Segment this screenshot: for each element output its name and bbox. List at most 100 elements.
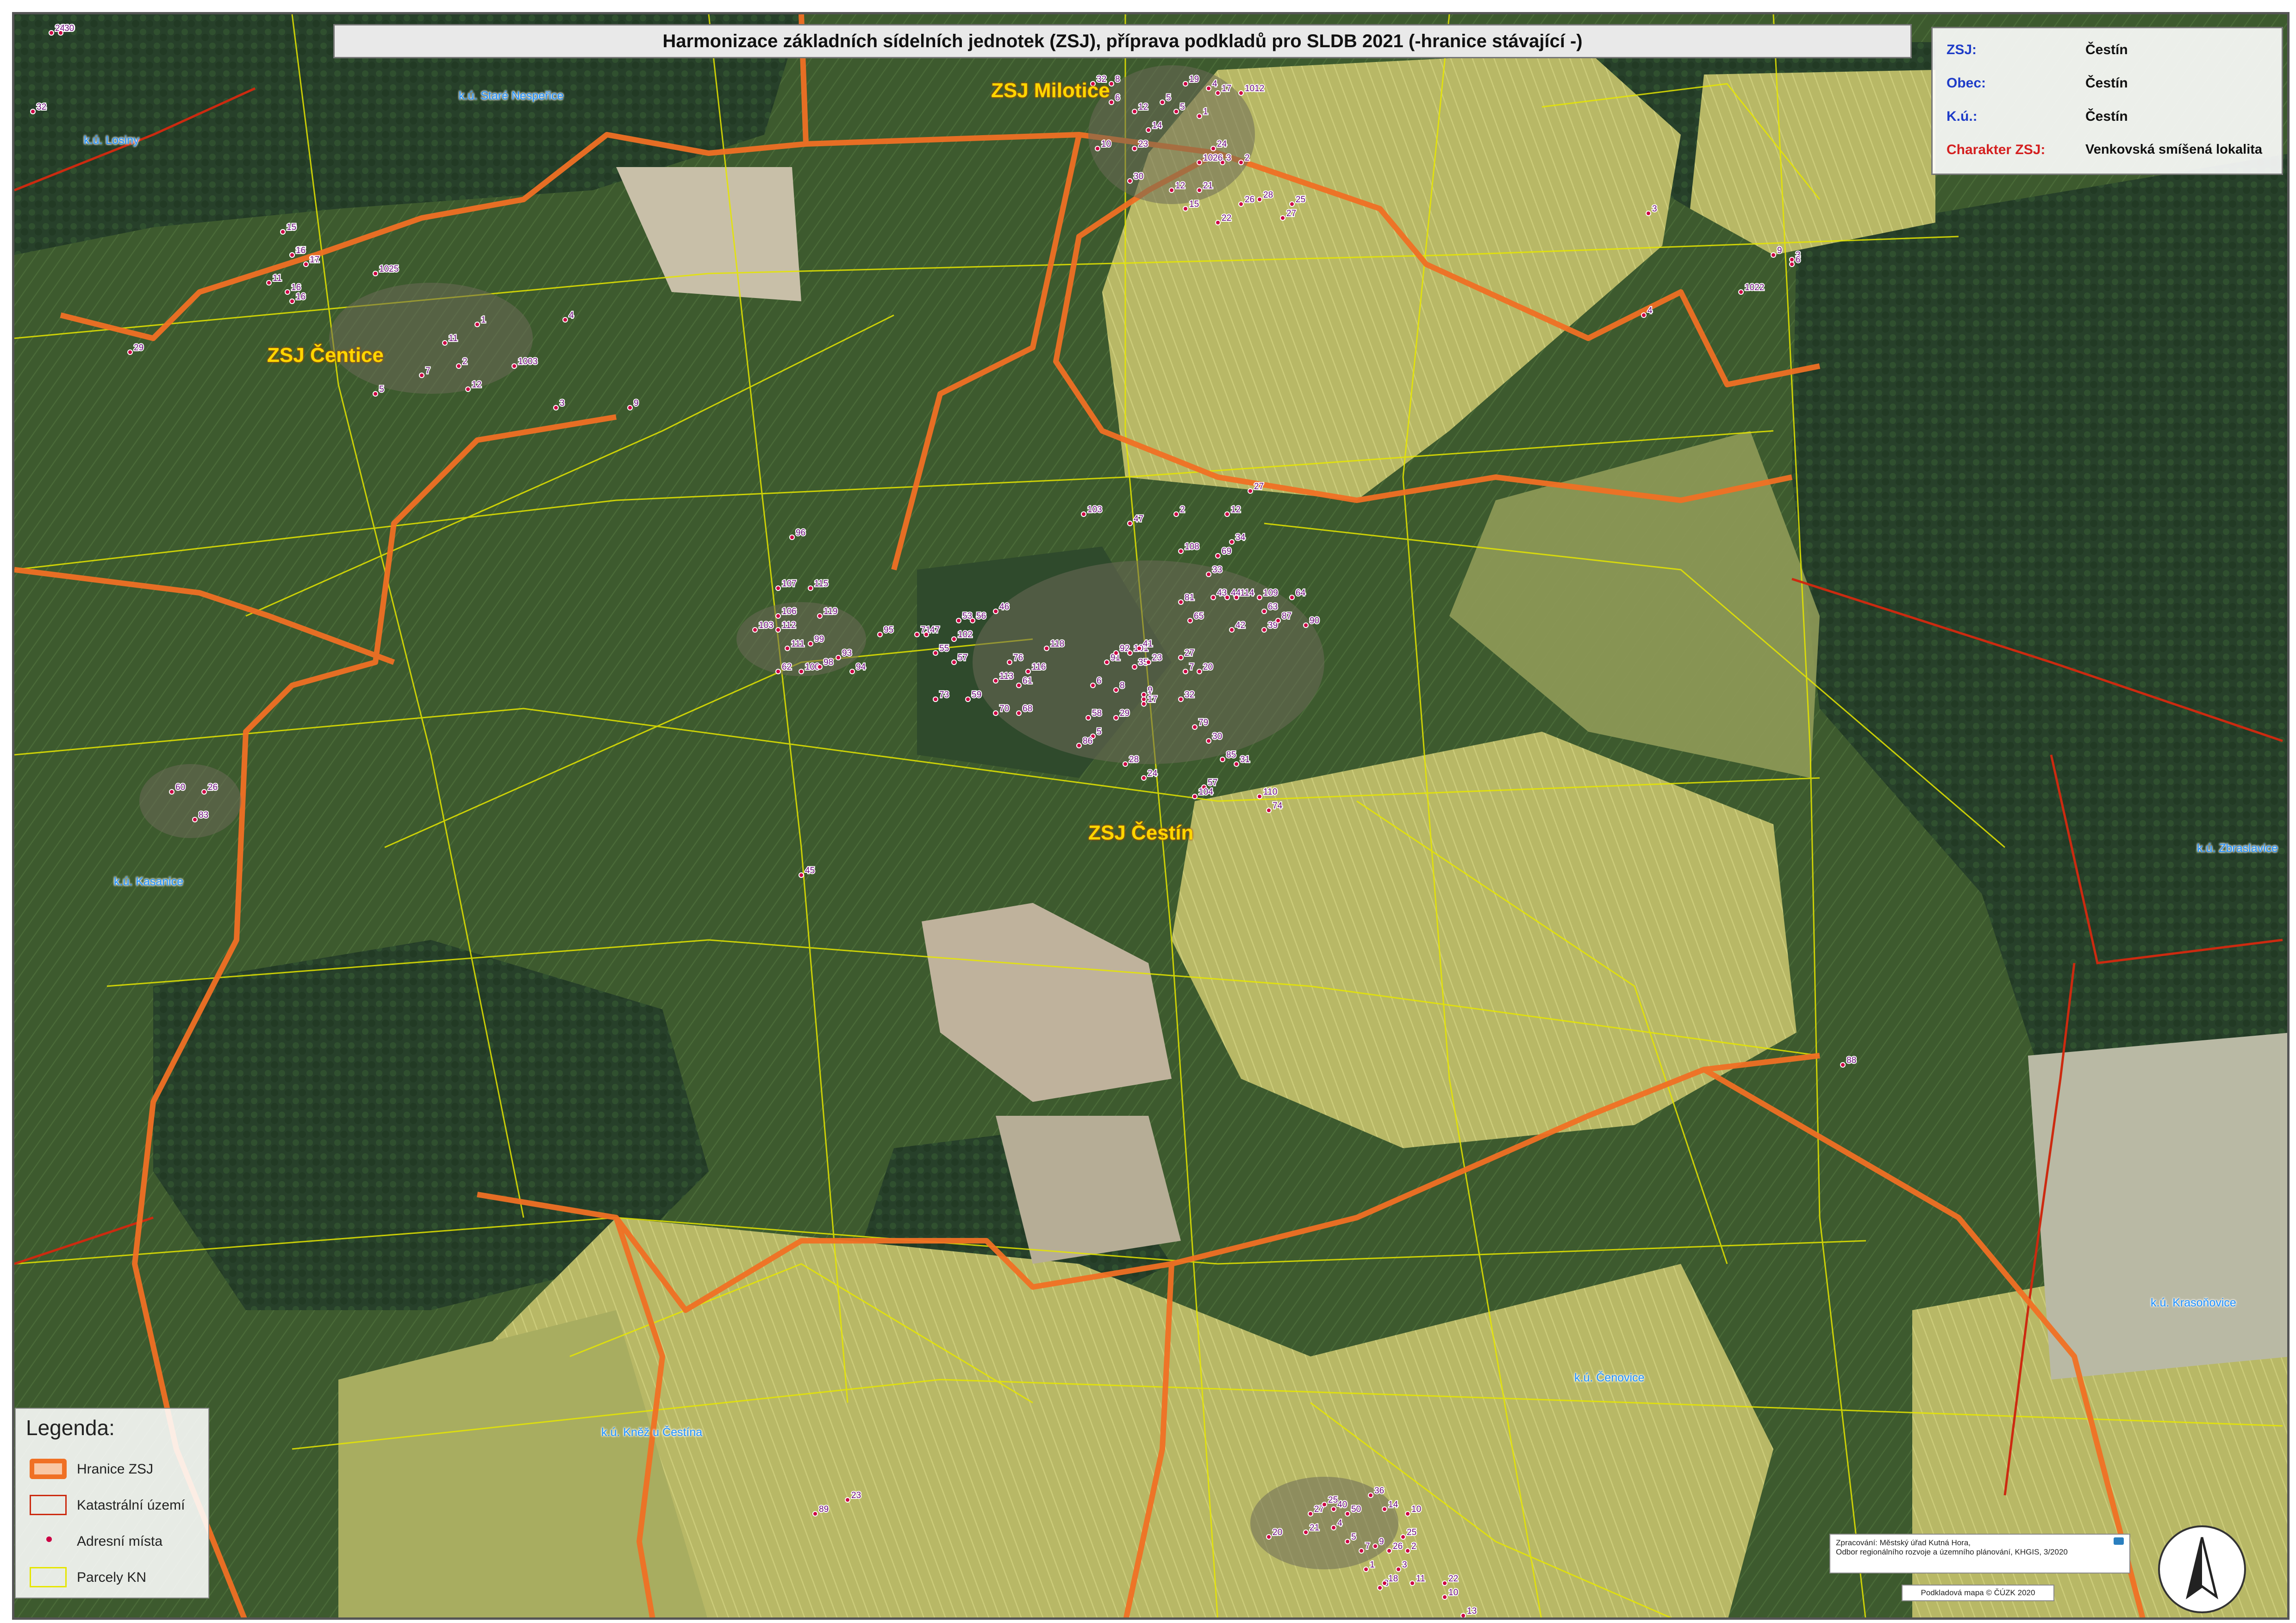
address-number-label: 1 bbox=[1203, 107, 1208, 117]
address-point-marker bbox=[1257, 794, 1262, 799]
address-point-marker bbox=[1192, 724, 1198, 730]
address-number-label: 1012 bbox=[1245, 84, 1264, 93]
address-point-marker bbox=[1771, 252, 1776, 258]
address-number-label: 7 bbox=[1189, 662, 1194, 672]
address-number-label: 30 bbox=[1212, 732, 1222, 741]
address-number-label: 99 bbox=[814, 634, 824, 644]
address-number-label: 29 bbox=[1120, 709, 1129, 718]
address-number-label: 2 bbox=[462, 357, 468, 367]
address-number-label: 57 bbox=[958, 653, 967, 663]
address-point-marker bbox=[456, 363, 462, 369]
address-number-label: 115 bbox=[814, 579, 828, 589]
address-point-marker bbox=[1266, 808, 1272, 813]
address-number-label: 11 bbox=[273, 274, 282, 283]
address-number-label: 68 bbox=[1023, 704, 1032, 714]
field-bare-right bbox=[2028, 1032, 2287, 1380]
basemap-credit: Podkladová mapa © ČÚZK 2020 bbox=[1902, 1585, 2054, 1601]
address-number-label: 14 bbox=[1388, 1500, 1398, 1510]
address-number-label: 12 bbox=[1175, 181, 1185, 191]
address-point-marker bbox=[1206, 86, 1211, 91]
address-point-marker bbox=[993, 678, 998, 684]
address-point-marker bbox=[1197, 669, 1202, 674]
address-point-marker bbox=[1442, 1594, 1447, 1600]
zsj-label-cestin: ZSJ Čestín bbox=[1088, 821, 1194, 844]
address-number-label: 34 bbox=[1235, 533, 1246, 542]
address-number-label: 106 bbox=[782, 607, 797, 616]
address-point-marker bbox=[1396, 1567, 1401, 1572]
address-number-label: 87 bbox=[1282, 611, 1292, 621]
address-point-marker bbox=[1016, 710, 1022, 716]
address-point-marker bbox=[1210, 146, 1216, 151]
address-point-marker bbox=[845, 1497, 850, 1503]
info-key-ku: K.ú.: bbox=[1947, 109, 1978, 124]
legend-item-katastralni-uzemi: Katastrální území bbox=[26, 1491, 206, 1519]
address-point-marker bbox=[465, 386, 471, 392]
address-number-label: 46 bbox=[999, 602, 1009, 612]
address-point-marker bbox=[127, 349, 133, 355]
address-point-marker bbox=[169, 789, 175, 795]
address-number-label: 32 bbox=[1185, 690, 1194, 700]
address-point-marker bbox=[1215, 220, 1221, 225]
address-number-label: 119 bbox=[824, 607, 837, 616]
address-point-marker bbox=[1178, 655, 1184, 660]
address-number-label: 18 bbox=[1388, 1574, 1398, 1584]
info-row-charakter: Charakter ZSJ: Venkovská smíšená lokalit… bbox=[1947, 142, 2271, 165]
info-key-obec: Obec: bbox=[1947, 75, 1986, 91]
legend-item-hranice-zsj: Hranice ZSJ bbox=[26, 1455, 206, 1483]
orthophoto-map[interactable]: 101919341037311025111616291 41172 10035 123… bbox=[14, 14, 2290, 1620]
address-number-label: 16 bbox=[291, 283, 301, 292]
address-number-label: 36 bbox=[1374, 1486, 1384, 1496]
address-point-marker bbox=[1206, 572, 1211, 577]
address-point-marker bbox=[1238, 160, 1244, 165]
address-point-marker bbox=[1405, 1548, 1410, 1554]
address-point-marker bbox=[1460, 1613, 1466, 1617]
address-number-label: 26 bbox=[1245, 195, 1254, 205]
address-point-marker bbox=[1025, 669, 1031, 674]
address-number-label: 10 bbox=[1411, 1505, 1421, 1514]
address-point-marker bbox=[1141, 701, 1147, 707]
address-point-marker bbox=[1044, 646, 1049, 651]
address-number-label: 104 bbox=[1198, 787, 1213, 797]
address-number-label: 20 bbox=[1273, 1528, 1282, 1537]
zsj-label-centice: ZSJ Čentice bbox=[267, 344, 384, 367]
address-point-marker bbox=[1382, 1580, 1387, 1586]
address-point-marker bbox=[1641, 312, 1647, 318]
address-number-label: 30 bbox=[1134, 172, 1143, 181]
address-number-label: 98 bbox=[824, 658, 833, 667]
red-outline-box-icon bbox=[30, 1495, 67, 1515]
address-point-marker bbox=[933, 696, 938, 702]
address-point-marker bbox=[1187, 618, 1193, 623]
address-number-label: 12 bbox=[1231, 505, 1241, 515]
address-point-marker bbox=[1090, 683, 1096, 688]
address-point-marker bbox=[1210, 595, 1216, 600]
address-point-marker bbox=[1238, 201, 1244, 207]
address-point-marker bbox=[1373, 1543, 1378, 1549]
address-point-marker bbox=[808, 585, 813, 591]
legend-label: Adresní místa bbox=[77, 1534, 163, 1549]
address-number-label: 94 bbox=[856, 662, 866, 672]
address-point-marker bbox=[817, 613, 823, 619]
address-point-marker bbox=[951, 659, 957, 665]
address-point-marker bbox=[1127, 521, 1133, 526]
address-number-label: 112 bbox=[782, 621, 796, 630]
address-number-label: 12 bbox=[1138, 102, 1148, 112]
address-number-label: 15 bbox=[1189, 199, 1199, 209]
ku-label-losiny: k.ú. Losiny bbox=[84, 134, 139, 147]
address-number-label: 47 bbox=[930, 625, 940, 635]
address-number-label: 27 bbox=[1185, 648, 1194, 658]
address-number-label: 111 bbox=[791, 639, 805, 649]
address-point-marker bbox=[1197, 113, 1202, 119]
address-point-marker bbox=[1173, 511, 1179, 517]
address-number-label: 3 bbox=[1652, 204, 1657, 214]
address-number-label: 42 bbox=[1235, 621, 1245, 630]
address-number-label: 114 bbox=[1240, 588, 1254, 598]
info-panel: ZSJ: Čestín Obec: Čestín K.ú.: Čestín Ch… bbox=[1931, 27, 2283, 175]
address-number-label: 10 bbox=[1101, 139, 1111, 149]
info-value-ku: Čestín bbox=[2085, 109, 2128, 124]
address-point-marker bbox=[1173, 109, 1179, 114]
address-number-label: 2 bbox=[1245, 153, 1250, 163]
address-point-marker bbox=[1206, 738, 1211, 744]
address-point-marker bbox=[1289, 201, 1295, 207]
address-point-marker bbox=[1322, 1502, 1327, 1507]
address-number-label: 17 bbox=[310, 255, 319, 265]
